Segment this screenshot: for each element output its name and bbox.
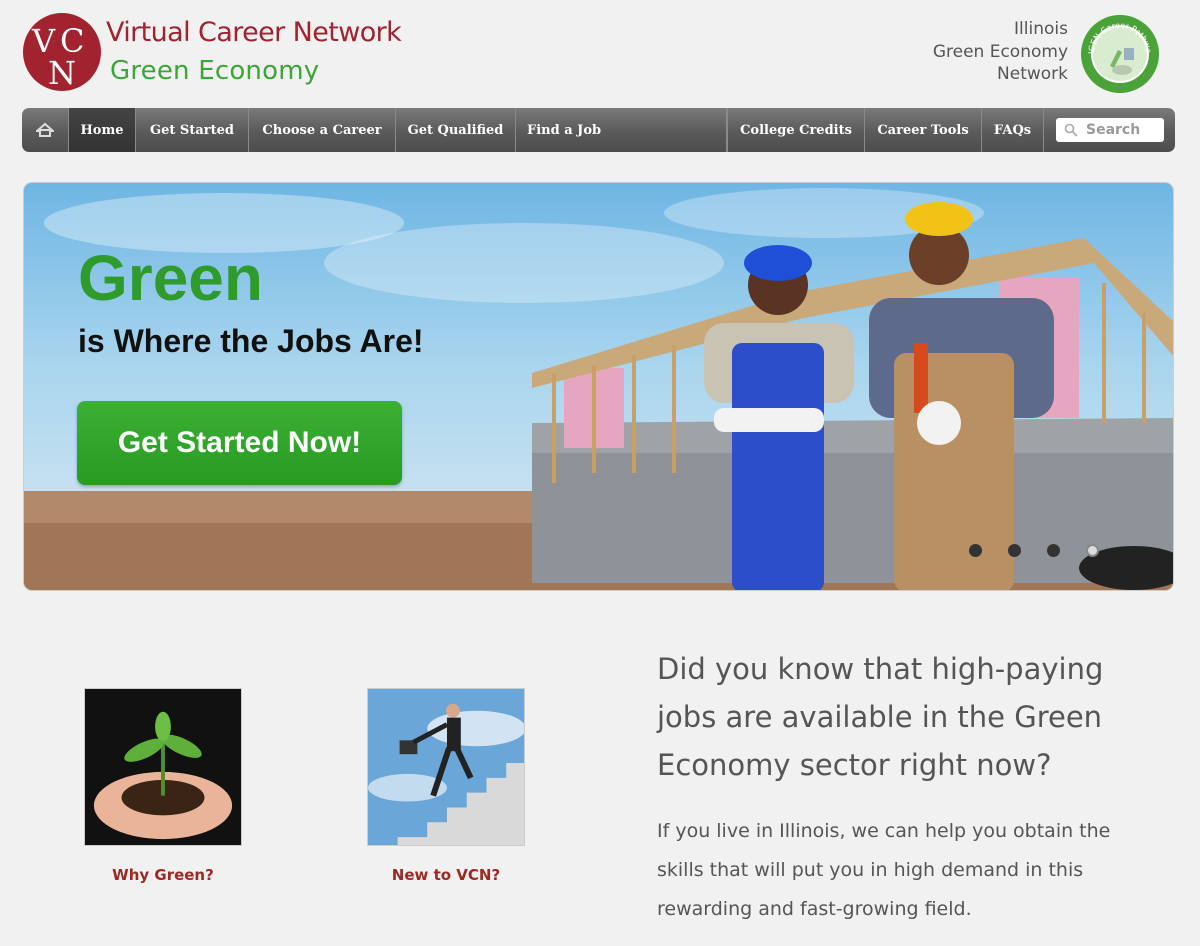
hero-banner: Green is Where the Jobs Are! Get Started…	[23, 182, 1174, 591]
nav-item-faqs[interactable]: FAQs	[982, 108, 1044, 152]
get-started-now-button[interactable]: Get Started Now!	[77, 401, 402, 485]
carousel-dot[interactable]	[1047, 544, 1060, 557]
home-icon[interactable]	[22, 108, 69, 152]
search-input[interactable]: Search	[1056, 118, 1164, 142]
nav-item-college-credits[interactable]: College Credits	[727, 108, 865, 152]
new-to-vcn-tile: New to VCN?	[366, 688, 526, 884]
brand-subtitle: Green Economy	[110, 56, 320, 86]
nav-item-choose-a-career[interactable]: Choose a Career	[249, 108, 396, 152]
partner-name: Illinois Green Economy Network	[933, 18, 1068, 86]
partner-line: Network	[997, 64, 1068, 84]
hero-subtitle: is Where the Jobs Are!	[78, 323, 424, 359]
nav-item-career-tools[interactable]: Career Tools	[865, 108, 982, 152]
info-heading: Did you know that high-paying jobs are a…	[657, 652, 1104, 782]
nav-item-find-a-job[interactable]: Find a Job	[516, 108, 727, 152]
partner-line: Illinois	[1014, 19, 1068, 39]
nav-item-get-qualified[interactable]: Get Qualified	[396, 108, 516, 152]
logo-letter-n: N	[48, 54, 76, 92]
carousel-pagination	[969, 544, 1099, 557]
vcn-logo[interactable]: V C N	[22, 12, 102, 92]
why-green-link[interactable]: Why Green?	[83, 866, 243, 884]
igen-seal-logo[interactable]: IGEN Career Pathways	[1080, 14, 1160, 94]
new-to-vcn-link[interactable]: New to VCN?	[366, 866, 526, 884]
carousel-dot[interactable]	[1008, 544, 1021, 557]
brand-title: Virtual Career Network	[106, 17, 402, 48]
search-placeholder: Search	[1086, 122, 1141, 138]
partner-line: Green Economy	[932, 41, 1068, 62]
why-green-tile: Why Green?	[83, 688, 243, 884]
nav-item-home[interactable]: Home	[69, 108, 136, 152]
search-icon	[1064, 123, 1078, 137]
carousel-dot[interactable]	[969, 544, 982, 557]
seedling-in-hands-image[interactable]	[84, 688, 242, 846]
hero-title: Green	[78, 242, 263, 314]
info-body-text: If you live in Illinois, we can help you…	[657, 820, 1111, 920]
nav-item-get-started[interactable]: Get Started	[136, 108, 249, 152]
businessman-climbing-stairs-image[interactable]	[367, 688, 525, 846]
main-nav: Home Get Started Choose a Career Get Qua…	[22, 108, 1175, 152]
carousel-dot-active[interactable]	[1086, 544, 1099, 557]
site-header: V C N Virtual Career Network Green Econo…	[0, 0, 1200, 106]
